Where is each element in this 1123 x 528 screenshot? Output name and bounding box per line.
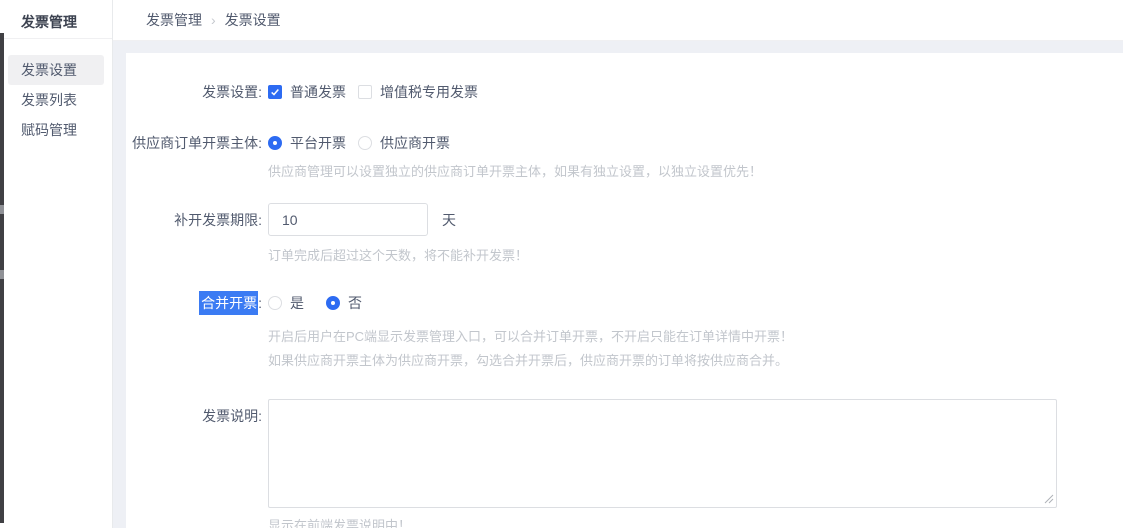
merge-invoice-row: 合并开票: 是 否	[126, 293, 1123, 313]
checkbox-unchecked-icon[interactable]	[358, 85, 372, 99]
supplier-subject-options: 平台开票 供应商开票	[268, 133, 450, 153]
sidebar-item-code-management[interactable]: 赋码管理	[0, 115, 112, 145]
checkbox-checked-icon[interactable]	[268, 85, 282, 99]
settings-card: 发票设置: 普通发票 增值税专用发票	[126, 53, 1123, 528]
radio-label: 否	[348, 293, 362, 313]
reissue-period-input[interactable]	[268, 203, 428, 236]
main-area: 发票管理 › 发票设置 发票设置: 普通	[113, 0, 1123, 528]
radio-platform-invoicing[interactable]: 平台开票	[268, 133, 346, 153]
collapsed-nav-strip[interactable]	[0, 33, 4, 523]
breadcrumb-separator-icon: ›	[211, 12, 216, 28]
merge-invoice-options: 是 否	[268, 293, 362, 313]
radio-selected-icon[interactable]	[326, 296, 340, 310]
radio-merge-no[interactable]: 否	[326, 293, 362, 313]
invoice-note-help: 显示在前端发票说明中！	[268, 515, 1123, 528]
supplier-subject-help: 供应商管理可以设置独立的供应商订单开票主体，如果有独立设置，以独立设置优先！	[268, 161, 1123, 180]
nav-strip-mark	[0, 270, 4, 279]
invoice-note-field	[268, 399, 1057, 508]
supplier-subject-label: 供应商订单开票主体:	[126, 133, 262, 153]
checkbox-vat-special-invoice[interactable]: 增值税专用发票	[358, 82, 478, 102]
invoice-type-label: 发票设置:	[126, 82, 262, 102]
breadcrumb-item-invoice-settings[interactable]: 发票设置	[225, 10, 281, 30]
breadcrumb-item-invoice-management[interactable]: 发票管理	[146, 10, 202, 30]
sidebar-item-invoice-settings[interactable]: 发票设置	[8, 55, 104, 85]
nav-strip-mark	[0, 205, 4, 214]
reissue-period-row: 补开发票期限: 天	[126, 203, 1123, 236]
content-background: 发票设置: 普通发票 增值税专用发票	[113, 41, 1123, 528]
checkbox-label: 普通发票	[290, 82, 346, 102]
radio-supplier-invoicing[interactable]: 供应商开票	[358, 133, 450, 153]
radio-merge-yes[interactable]: 是	[268, 293, 304, 313]
invoice-note-textarea[interactable]	[268, 399, 1057, 508]
invoice-note-row: 发票说明:	[126, 399, 1123, 508]
merge-invoice-label-highlighted-text: 合并开票	[199, 291, 258, 315]
checkmark-icon	[270, 87, 280, 97]
sidebar-menu: 发票设置 发票列表 赋码管理	[0, 39, 112, 145]
radio-label: 供应商开票	[380, 133, 450, 153]
radio-label: 平台开票	[290, 133, 346, 153]
merge-invoice-label: 合并开票:	[126, 293, 262, 313]
breadcrumb: 发票管理 › 发票设置	[113, 0, 1123, 41]
checkbox-label: 增值税专用发票	[380, 82, 478, 102]
reissue-period-label: 补开发票期限:	[126, 210, 262, 230]
sidebar: 发票管理 发票设置 发票列表 赋码管理	[0, 0, 113, 528]
radio-unselected-icon[interactable]	[358, 136, 372, 150]
reissue-period-field: 天	[268, 203, 456, 236]
checkbox-ordinary-invoice[interactable]: 普通发票	[268, 82, 346, 102]
sidebar-title: 发票管理	[0, 0, 112, 39]
sidebar-item-invoice-list[interactable]: 发票列表	[0, 85, 112, 115]
merge-invoice-help-2: 如果供应商开票主体为供应商开票，勾选合并开票后，供应商开票的订单将按供应商合并。	[268, 350, 1123, 369]
invoice-type-options: 普通发票 增值税专用发票	[268, 82, 478, 102]
radio-unselected-icon[interactable]	[268, 296, 282, 310]
radio-label: 是	[290, 293, 304, 313]
app-window: 发票管理 发票设置 发票列表 赋码管理 发票管理 › 发票设置 发票设置:	[0, 0, 1123, 528]
merge-invoice-label-colon: :	[258, 295, 262, 311]
reissue-period-help: 订单完成后超过这个天数，将不能补开发票！	[268, 245, 1123, 264]
merge-invoice-help-1: 开启后用户在PC端显示发票管理入口，可以合并订单开票，不开启只能在订单详情中开票…	[268, 326, 1123, 345]
invoice-note-label: 发票说明:	[126, 399, 262, 426]
invoice-type-row: 发票设置: 普通发票 增值税专用发票	[126, 82, 1123, 102]
radio-selected-icon[interactable]	[268, 136, 282, 150]
reissue-period-unit: 天	[442, 210, 456, 230]
supplier-subject-row: 供应商订单开票主体: 平台开票 供应商开票	[126, 133, 1123, 153]
